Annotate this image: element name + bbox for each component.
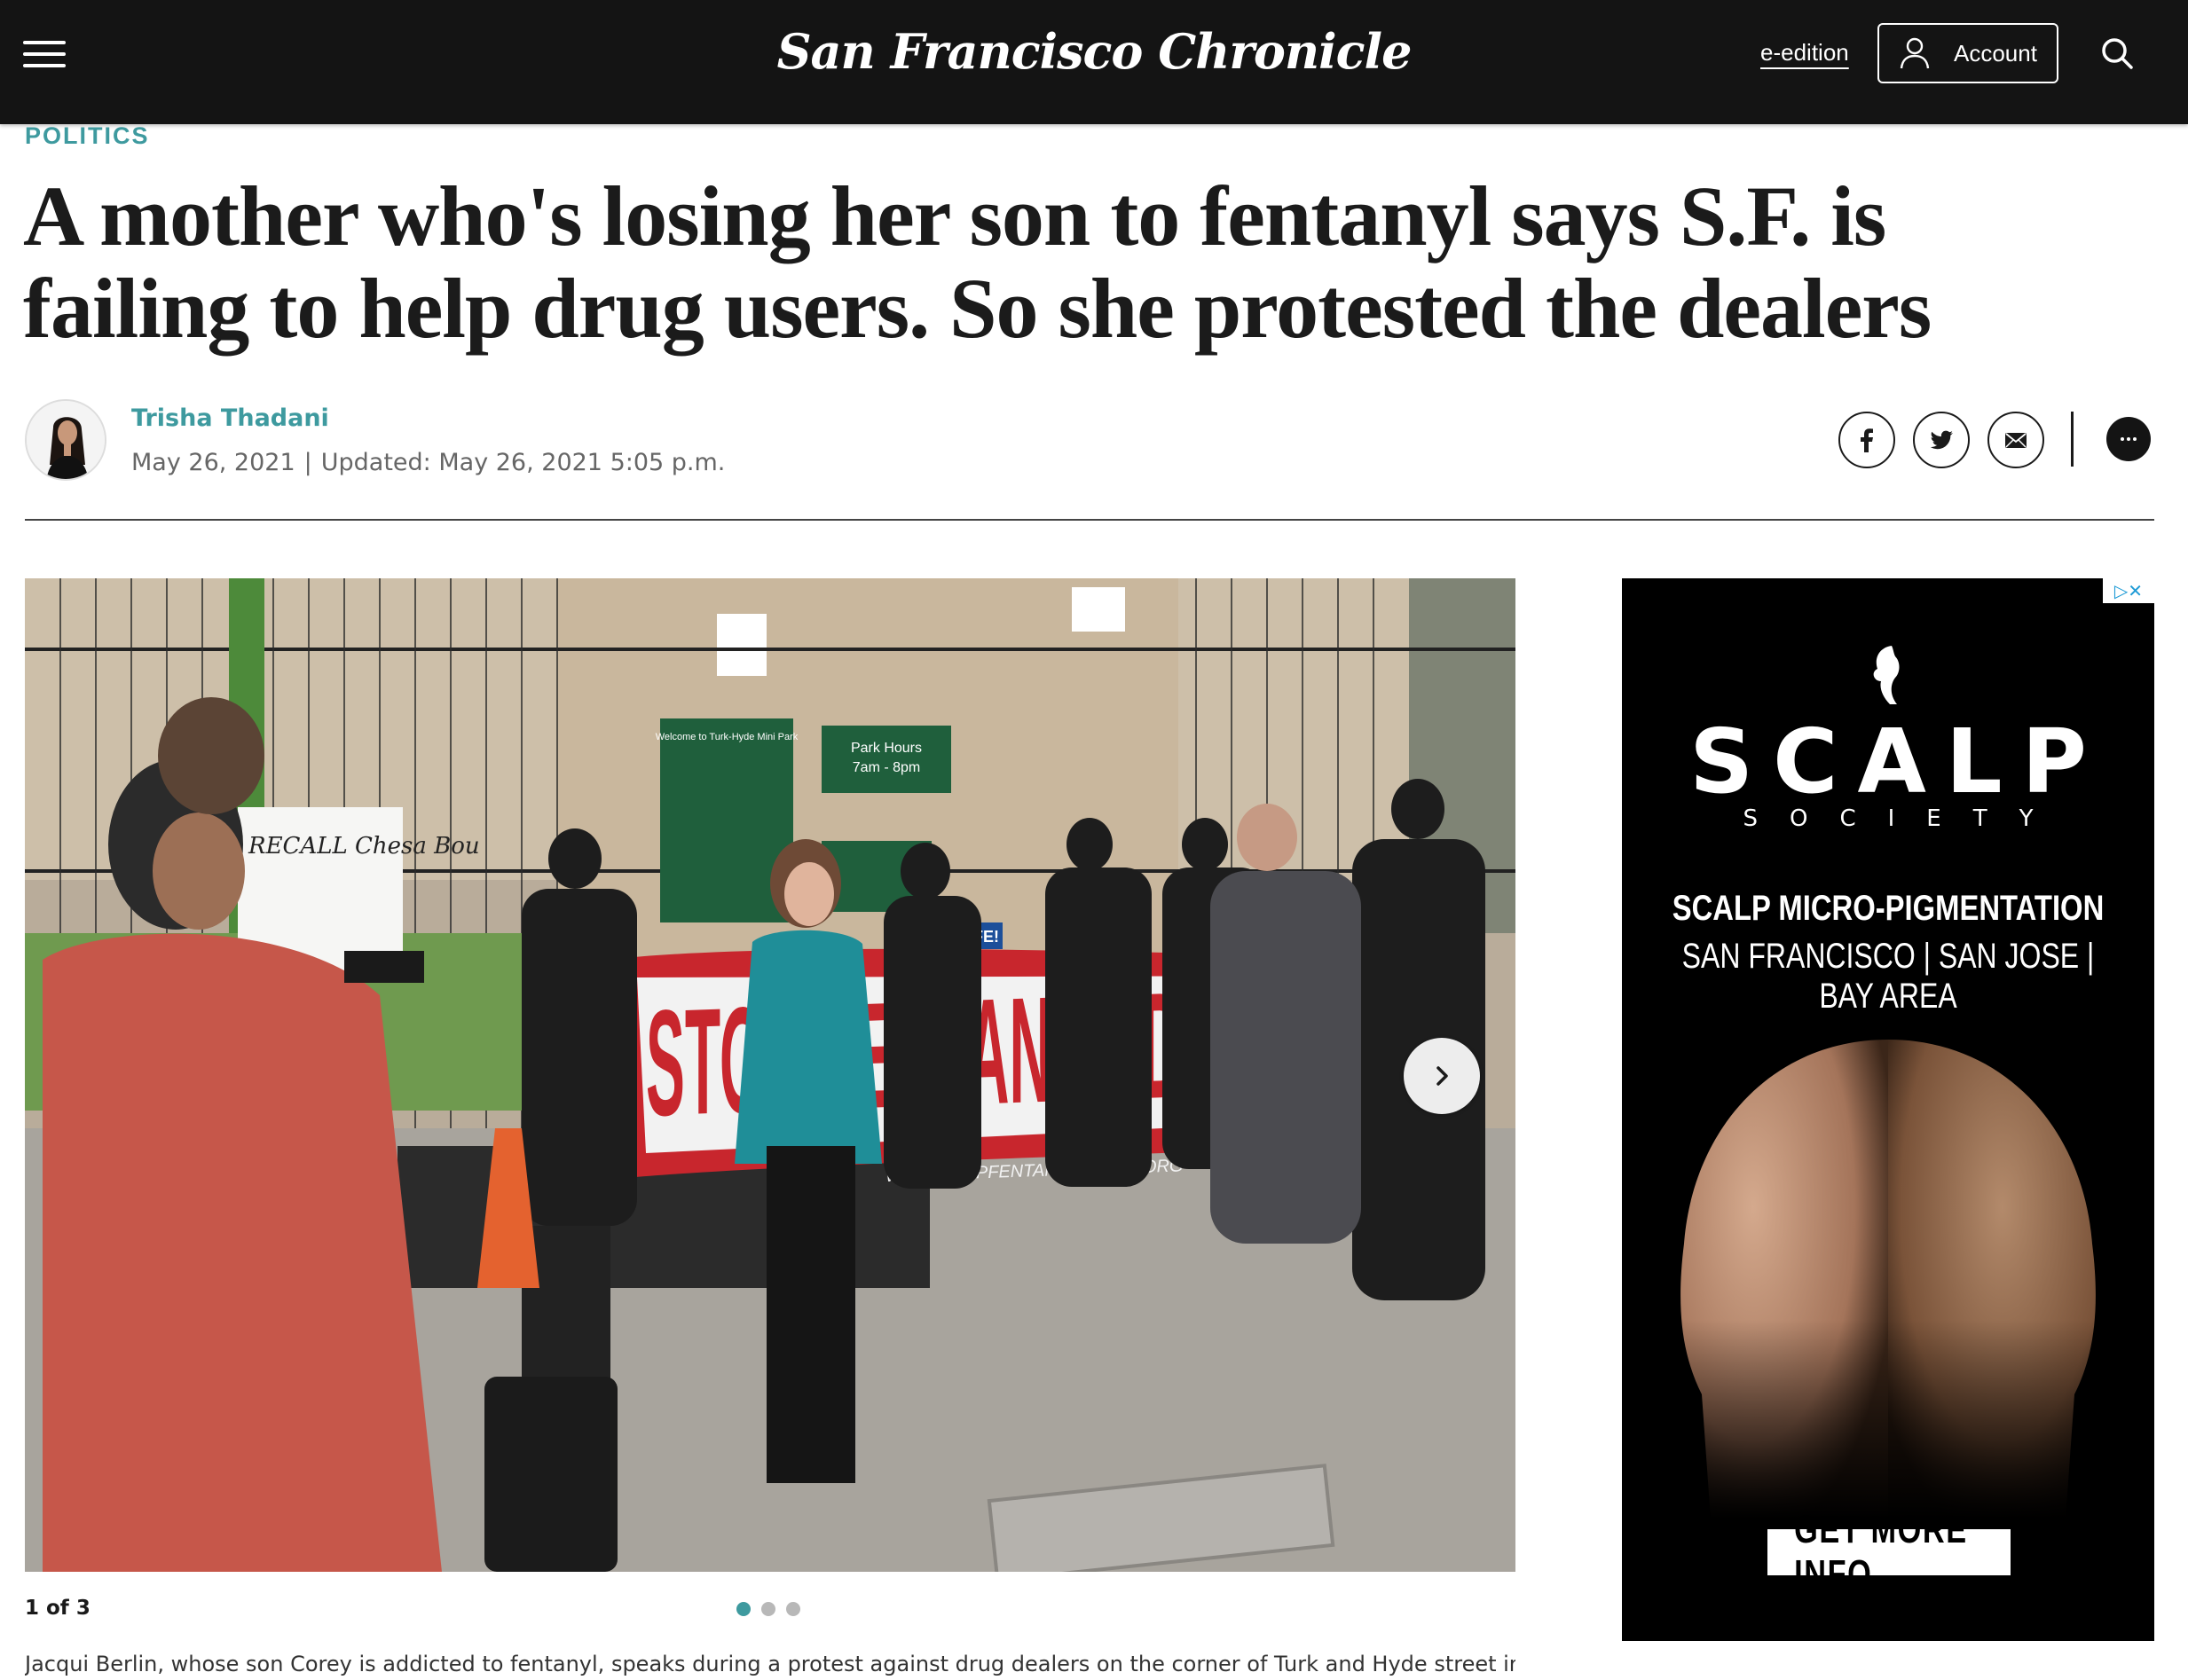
account-label: Account bbox=[1954, 39, 2037, 67]
article-headline: A mother who's losing her son to fentany… bbox=[23, 170, 1975, 355]
sign-hours-text: 7am - 8pm bbox=[853, 760, 920, 775]
updated-date: Updated: May 26, 2021 5:05 p.m. bbox=[320, 449, 726, 476]
comment-icon bbox=[2121, 437, 2137, 441]
published-date: May 26, 2021 bbox=[131, 449, 295, 476]
eedition-link[interactable]: e-edition bbox=[1760, 39, 1849, 67]
comment-button[interactable] bbox=[2106, 417, 2151, 461]
facebook-icon bbox=[1861, 428, 1873, 452]
gallery-dot[interactable] bbox=[786, 1602, 800, 1616]
header-divider bbox=[25, 519, 2154, 521]
scalp-society-logo-icon bbox=[1873, 646, 1900, 704]
gallery-dot[interactable] bbox=[736, 1602, 751, 1616]
email-icon bbox=[2005, 433, 2027, 448]
ad-headline: SCALP MICRO-PIGMENTATION bbox=[1672, 889, 2105, 928]
chevron-right-icon bbox=[1436, 1066, 1448, 1086]
gallery-photo[interactable]: Welcome to Turk-Hyde Mini Park Park Hour… bbox=[25, 578, 1515, 1572]
headline-line-2: failing to help drug users. So she prote… bbox=[23, 261, 1932, 356]
twitter-share-button[interactable] bbox=[1913, 412, 1970, 468]
search-icon[interactable] bbox=[2099, 35, 2135, 71]
site-logo[interactable]: San Francisco Chronicle bbox=[0, 23, 2188, 80]
photo-caption: Jacqui Berlin, whose son Corey is addict… bbox=[25, 1652, 1515, 1676]
user-icon bbox=[1900, 37, 1930, 69]
date-separator: | bbox=[303, 449, 312, 476]
gallery-dots bbox=[736, 1602, 800, 1616]
headline-line-1: A mother who's losing her son to fentany… bbox=[23, 169, 1886, 263]
ad-brand-sub: SOCIETY bbox=[1743, 805, 2066, 832]
gallery-dot[interactable] bbox=[761, 1602, 775, 1616]
article-dateline: May 26, 2021 | Updated: May 26, 2021 5:05 … bbox=[131, 449, 725, 476]
advertisement[interactable]: ▷✕ SCALP SOCIETY SCALP MICRO-PIGMENTATIO… bbox=[1622, 578, 2154, 1641]
ad-locations: SAN FRANCISCO | SAN JOSE | BAY AREA bbox=[1681, 937, 2095, 1016]
facebook-share-button[interactable] bbox=[1838, 412, 1895, 468]
ad-choices-icon[interactable]: ▷✕ bbox=[2103, 578, 2154, 603]
share-divider bbox=[2071, 412, 2074, 467]
gallery-next-button[interactable] bbox=[1404, 1038, 1480, 1114]
placard-text: RECALL Chesa Bou bbox=[248, 833, 480, 860]
twitter-icon bbox=[1930, 430, 1953, 450]
gallery-counter: 1 of 3 bbox=[25, 1597, 91, 1620]
email-share-button[interactable] bbox=[1987, 412, 2044, 468]
section-label[interactable]: POLITICS bbox=[25, 122, 150, 150]
ad-cta-label: GET MORE INFO bbox=[1794, 1508, 1968, 1596]
sign-welcome-text: Welcome to Turk-Hyde Mini Park bbox=[656, 732, 799, 742]
ad-cta-button[interactable]: GET MORE INFO bbox=[1767, 1508, 2011, 1596]
author-name[interactable]: Trisha Thadani bbox=[131, 404, 329, 432]
author-avatar[interactable] bbox=[25, 399, 106, 481]
ad-head-image bbox=[1622, 1022, 2154, 1519]
site-header: San Francisco Chronicle e-edition Accoun… bbox=[0, 0, 2188, 124]
ad-brand: SCALP bbox=[1689, 710, 2106, 813]
sign-hours-title: Park Hours bbox=[851, 741, 922, 756]
account-button[interactable]: Account bbox=[1877, 23, 2058, 83]
